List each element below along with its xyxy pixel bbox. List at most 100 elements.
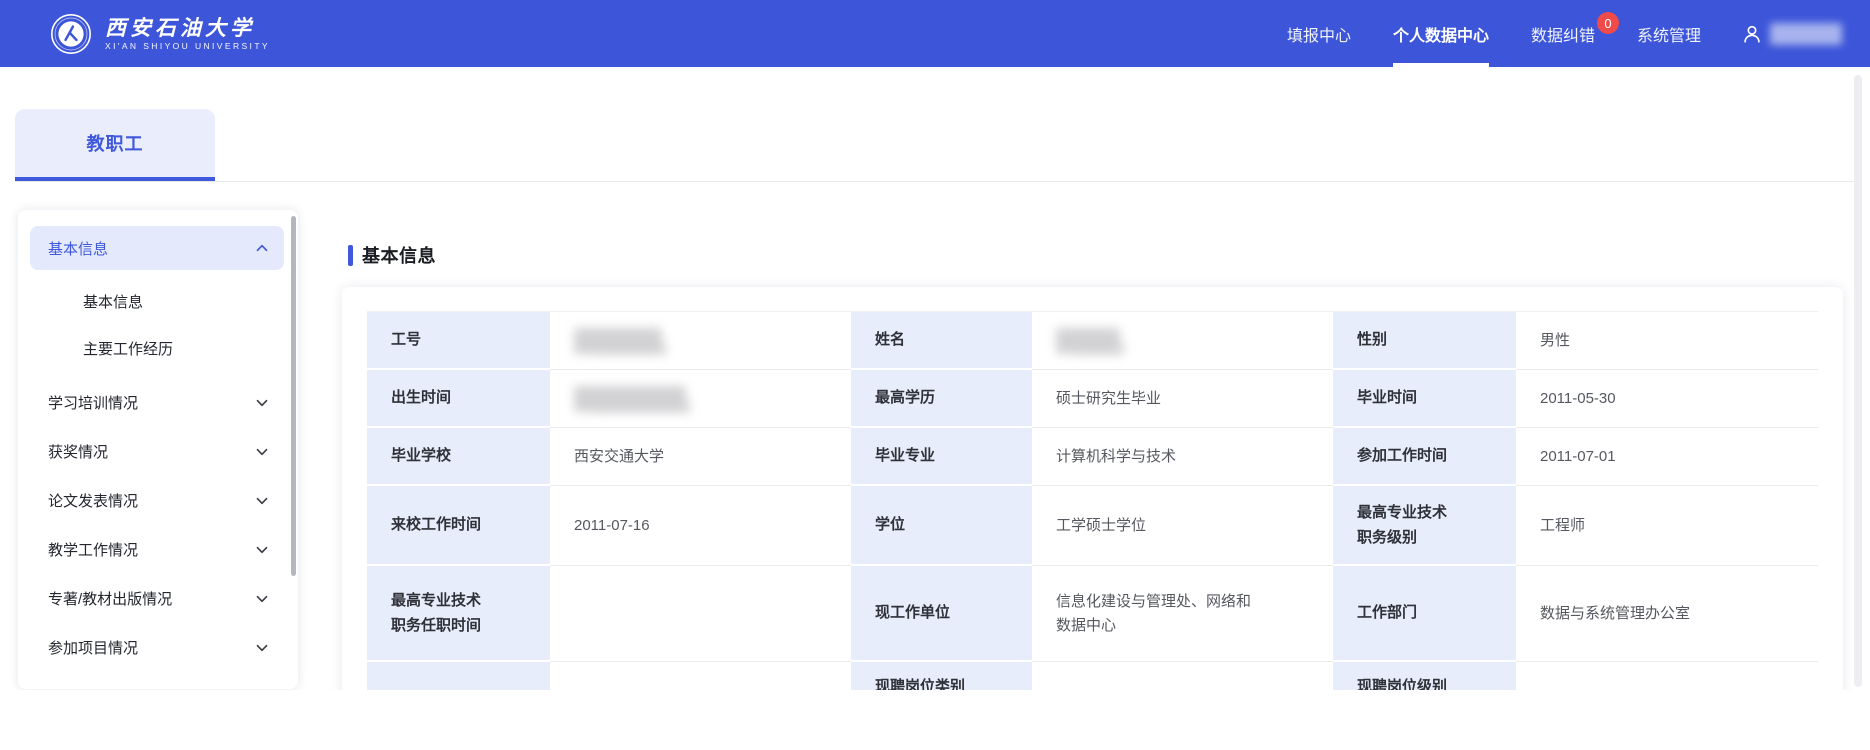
field-value — [550, 662, 851, 690]
sidebar-group-study-training[interactable]: 学习培训情况 — [18, 378, 298, 427]
tab-label: 教职工 — [87, 130, 144, 156]
redacted-value — [1056, 328, 1120, 354]
chevron-down-icon — [256, 595, 268, 603]
table-row: 现聘岗位类别 现聘岗位级别 — [367, 662, 1818, 690]
nav-item-data-correction[interactable]: 数据纠错0 — [1531, 0, 1595, 67]
field-value: 工学硕士学位 — [1032, 486, 1333, 566]
field-value — [550, 566, 851, 662]
university-name: 西安石油大学 XI'AN SHIYOU UNIVERSITY — [105, 16, 270, 51]
field-value: 2011-05-30 — [1516, 370, 1818, 428]
field-value: 西安交通大学 — [550, 428, 851, 486]
section-title-bar — [348, 245, 353, 266]
nav-item-label: 个人数据中心 — [1393, 22, 1489, 46]
sidebar-scrollbar-thumb[interactable] — [291, 216, 296, 576]
field-label: 现工作单位 — [851, 566, 1032, 662]
field-value: 男性 — [1516, 312, 1818, 370]
field-value: 计算机科学与技术 — [1032, 428, 1333, 486]
field-label: 毕业时间 — [1333, 370, 1516, 428]
nav-item-label: 系统管理 — [1637, 22, 1701, 46]
top-navbar: 西安石油大学 XI'AN SHIYOU UNIVERSITY 填报中心 个人数据中… — [0, 0, 1870, 67]
field-label: 出生时间 — [367, 370, 550, 428]
sidebar-group-awards[interactable]: 获奖情况 — [18, 427, 298, 476]
chevron-down-icon — [256, 399, 268, 407]
nav-item-fill-center[interactable]: 填报中心 — [1287, 0, 1351, 67]
field-label — [367, 662, 550, 690]
sidebar-item-work-experience[interactable]: 主要工作经历 — [18, 325, 298, 372]
tab-staff[interactable]: 教职工 — [15, 109, 215, 181]
sidebar-group-label: 专著/教材出版情况 — [48, 588, 172, 609]
field-value — [1516, 662, 1818, 690]
table-row: 出生时间 最高学历硕士研究生毕业毕业时间2011-05-30 — [367, 370, 1818, 428]
field-label: 学位 — [851, 486, 1032, 566]
field-label: 参加工作时间 — [1333, 428, 1516, 486]
table-row: 毕业学校西安交通大学毕业专业计算机科学与技术参加工作时间2011-07-01 — [367, 428, 1818, 486]
user-menu[interactable] — [1741, 23, 1842, 45]
sidebar-item-basic-info[interactable]: 基本信息 — [18, 278, 298, 325]
section-title-text: 基本信息 — [362, 242, 436, 268]
field-value — [1032, 662, 1333, 690]
field-value: 2011-07-01 — [1516, 428, 1818, 486]
field-value — [550, 370, 851, 428]
table-row: 工号 姓名 性别男性 — [367, 312, 1818, 370]
sidebar: 基本信息基本信息主要工作经历学习培训情况获奖情况论文发表情况教学工作情况专著/教… — [18, 210, 298, 689]
table-row: 来校工作时间2011-07-16学位工学硕士学位最高专业技术 职务级别工程师 — [367, 486, 1818, 566]
notification-badge: 0 — [1597, 12, 1619, 34]
tab-bar: 教职工 — [15, 110, 1856, 182]
nav-item-system-management[interactable]: 系统管理 — [1637, 0, 1701, 67]
app-viewport: 西安石油大学 XI'AN SHIYOU UNIVERSITY 填报中心 个人数据中… — [0, 0, 1870, 690]
sidebar-group-projects[interactable]: 参加项目情况 — [18, 623, 298, 672]
sidebar-group-label: 学习培训情况 — [48, 392, 138, 413]
sidebar-item-label: 基本信息 — [83, 291, 143, 312]
person-icon — [1741, 23, 1763, 45]
top-nav: 填报中心 个人数据中心 数据纠错0 系统管理 — [1245, 0, 1842, 67]
field-label: 最高专业技术 职务级别 — [1333, 486, 1516, 566]
brand: 西安石油大学 XI'AN SHIYOU UNIVERSITY — [50, 13, 270, 55]
field-label: 工作部门 — [1333, 566, 1516, 662]
chevron-down-icon — [256, 448, 268, 456]
field-label: 姓名 — [851, 312, 1032, 370]
info-table-body: 工号姓名性别男性出生时间最高学历硕士研究生毕业毕业时间2011-05-30毕业学… — [367, 312, 1818, 690]
info-card: 工号姓名性别男性出生时间最高学历硕士研究生毕业毕业时间2011-05-30毕业学… — [342, 287, 1843, 690]
chevron-up-icon — [256, 244, 268, 252]
main-panel: 基本信息 工号 姓名 性别男性出生时间 最高学历硕士研究生毕业毕业时间2011-05-… — [298, 182, 1870, 690]
sidebar-group-teaching[interactable]: 教学工作情况 — [18, 525, 298, 574]
sidebar-group-label: 基本信息 — [48, 238, 108, 259]
sidebar-group-label: 获奖情况 — [48, 441, 108, 462]
chevron-down-icon — [256, 546, 268, 554]
field-value: 数据与系统管理办公室 — [1516, 566, 1818, 662]
redacted-value — [574, 328, 662, 354]
field-value: 硕士研究生毕业 — [1032, 370, 1333, 428]
field-label: 毕业学校 — [367, 428, 550, 486]
content-layout: 基本信息基本信息主要工作经历学习培训情况获奖情况论文发表情况教学工作情况专著/教… — [0, 182, 1870, 690]
field-label: 现聘岗位类别 — [851, 662, 1032, 690]
section-title: 基本信息 — [348, 243, 1843, 267]
field-label: 性别 — [1333, 312, 1516, 370]
redacted-value — [574, 386, 686, 412]
sidebar-menu: 基本信息基本信息主要工作经历学习培训情况获奖情况论文发表情况教学工作情况专著/教… — [18, 226, 298, 672]
field-label: 来校工作时间 — [367, 486, 550, 566]
sidebar-item-label: 主要工作经历 — [83, 338, 173, 359]
sidebar-group-label: 教学工作情况 — [48, 539, 138, 560]
sidebar-group-books-publishing[interactable]: 专著/教材出版情况 — [18, 574, 298, 623]
chevron-down-icon — [256, 497, 268, 505]
field-label: 最高学历 — [851, 370, 1032, 428]
field-label: 现聘岗位级别 — [1333, 662, 1516, 690]
field-value: 2011-07-16 — [550, 486, 851, 566]
info-table: 工号姓名性别男性出生时间最高学历硕士研究生毕业毕业时间2011-05-30毕业学… — [367, 311, 1818, 690]
sidebar-group-basic-info[interactable]: 基本信息 — [30, 226, 284, 270]
nav-item-personal-data-center[interactable]: 个人数据中心 — [1393, 0, 1489, 67]
field-label: 最高专业技术 职务任职时间 — [367, 566, 550, 662]
page-scrollbar[interactable] — [1854, 75, 1862, 687]
nav-item-label: 填报中心 — [1287, 22, 1351, 46]
chevron-down-icon — [256, 644, 268, 652]
university-seal-icon — [50, 13, 92, 55]
field-value: 工程师 — [1516, 486, 1818, 566]
field-label: 工号 — [367, 312, 550, 370]
nav-item-label: 数据纠错 — [1531, 22, 1595, 46]
field-value — [1032, 312, 1333, 370]
sidebar-group-label: 论文发表情况 — [48, 490, 138, 511]
field-label: 毕业专业 — [851, 428, 1032, 486]
field-value — [550, 312, 851, 370]
university-name-cn: 西安石油大学 — [105, 16, 270, 39]
sidebar-group-papers[interactable]: 论文发表情况 — [18, 476, 298, 525]
